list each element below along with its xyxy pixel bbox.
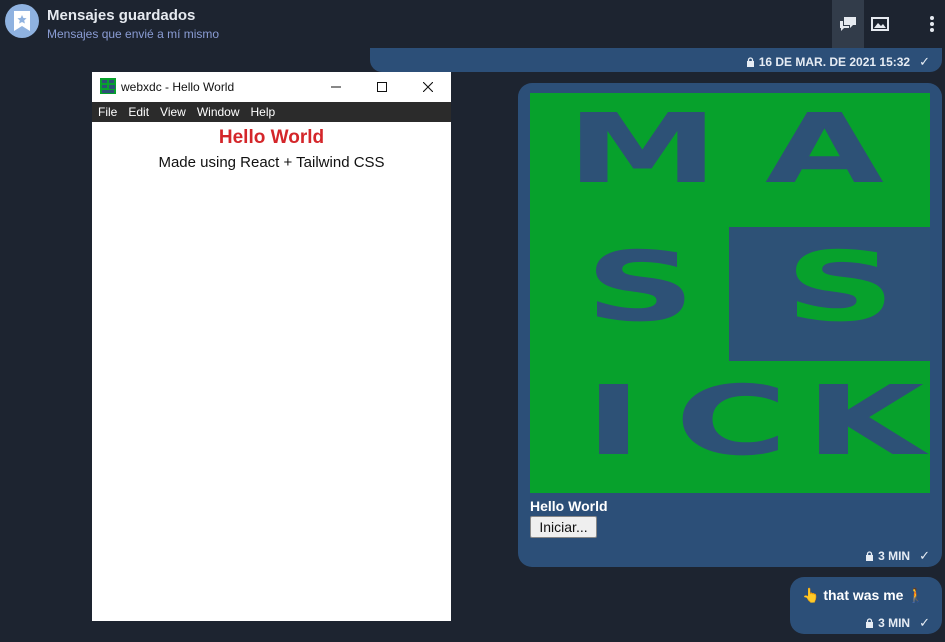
menu-window[interactable]: Window	[197, 105, 240, 119]
chat-header: Mensajes guardados Mensajes que envié a …	[0, 0, 945, 48]
webxdc-caption: Hello World	[530, 498, 608, 514]
message-meta: 3 MIN ✓	[865, 615, 930, 631]
webxdc-app-icon-image[interactable]: M A S S I C K	[530, 93, 930, 493]
webxdc-message-bubble[interactable]: M A S S I C K Hello World Iniciar... 3 M…	[518, 83, 942, 567]
minimize-icon	[331, 86, 341, 88]
chat-view-button[interactable]	[832, 0, 864, 48]
menu-edit[interactable]: Edit	[128, 105, 149, 119]
text-message-bubble[interactable]: 👆 that was me 🚶 3 MIN ✓	[790, 577, 942, 634]
close-icon	[423, 82, 433, 92]
maximize-icon	[377, 82, 387, 92]
menu-help[interactable]: Help	[251, 105, 276, 119]
bookmark-star-icon	[14, 11, 30, 31]
message-timestamp: 16 DE MAR. DE 2021 15:32	[758, 55, 911, 69]
saved-messages-avatar[interactable]	[5, 4, 39, 38]
window-menubar: File Edit View Window Help	[92, 102, 451, 122]
chat-subtitle: Mensajes que envié a mí mismo	[47, 27, 220, 41]
more-options-button[interactable]	[916, 0, 945, 48]
chat-title[interactable]: Mensajes guardados	[47, 7, 195, 24]
message-meta: 16 DE MAR. DE 2021 15:32 ✓	[746, 54, 930, 70]
image-letter: K	[805, 365, 925, 477]
message-timestamp: 3 MIN	[878, 616, 911, 630]
message-text: 👆 that was me 🚶	[802, 587, 925, 603]
maximize-button[interactable]	[359, 72, 405, 102]
app-heading: Hello World	[218, 127, 325, 148]
start-app-button[interactable]: Iniciar...	[530, 516, 597, 538]
minimize-button[interactable]	[313, 72, 359, 102]
message-meta: 3 MIN ✓	[865, 548, 930, 564]
lock-icon	[866, 618, 874, 628]
image-letter: M	[566, 93, 719, 205]
close-button[interactable]	[405, 72, 451, 102]
delivered-check-icon: ✓	[919, 615, 930, 630]
lock-icon	[746, 57, 754, 67]
webxdc-app-icon	[100, 78, 116, 94]
window-titlebar[interactable]: webxdc - Hello World	[92, 72, 451, 102]
app-subheading: Made using React + Tailwind CSS	[158, 154, 385, 171]
image-letter: C	[675, 365, 788, 477]
chat-bubbles-icon	[840, 17, 856, 31]
menu-view[interactable]: View	[160, 105, 186, 119]
image-letter: S	[585, 231, 696, 343]
image-icon	[871, 17, 889, 31]
image-letter: A	[765, 93, 884, 205]
delivered-check-icon: ✓	[919, 548, 930, 563]
window-title: webxdc - Hello World	[121, 80, 235, 94]
webxdc-window: webxdc - Hello World File Edit View Wind…	[92, 72, 451, 621]
more-vertical-icon	[930, 16, 934, 32]
image-letter: S	[785, 231, 896, 343]
menu-file[interactable]: File	[98, 105, 117, 119]
lock-icon	[866, 551, 874, 561]
message-timestamp: 3 MIN	[878, 549, 911, 563]
delivered-check-icon: ✓	[919, 54, 930, 69]
gallery-button[interactable]	[864, 0, 896, 48]
image-letter: I	[585, 365, 643, 477]
message-bubble[interactable]: 16 DE MAR. DE 2021 15:32 ✓	[370, 48, 942, 72]
